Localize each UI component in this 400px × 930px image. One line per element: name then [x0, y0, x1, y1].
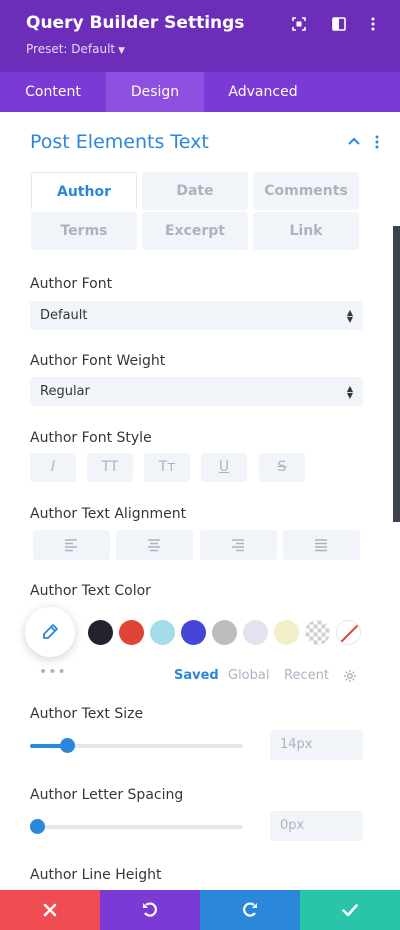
- modal-header: Query Builder Settings Preset: Default ▼: [0, 0, 400, 72]
- chevron-down-icon: ▼: [118, 46, 126, 56]
- undo-button[interactable]: [100, 890, 200, 930]
- author-text-size-label: Author Text Size: [30, 706, 144, 722]
- swatch-gray[interactable]: [212, 620, 237, 645]
- text-size-slider[interactable]: [30, 738, 243, 753]
- swatch-red[interactable]: [119, 620, 144, 645]
- section-title[interactable]: Post Elements Text: [30, 131, 209, 153]
- redo-icon: [243, 902, 257, 917]
- element-tab-comments[interactable]: Comments: [253, 172, 359, 210]
- author-font-style-label: Author Font Style: [30, 430, 152, 446]
- swatch-dark[interactable]: [88, 620, 113, 645]
- italic-button[interactable]: I: [30, 453, 76, 482]
- letter-spacing-slider[interactable]: [30, 819, 243, 834]
- slider-knob[interactable]: [60, 738, 75, 753]
- author-text-color-label: Author Text Color: [30, 583, 151, 599]
- swatch-none[interactable]: [336, 620, 361, 645]
- swatch-tab-recent[interactable]: Recent: [284, 668, 329, 683]
- slider-knob[interactable]: [30, 819, 45, 834]
- swatch-transparent[interactable]: [305, 620, 330, 645]
- tab-advanced[interactable]: Advanced: [204, 72, 322, 112]
- tab-design[interactable]: Design: [106, 72, 204, 112]
- author-line-height-label: Author Line Height: [30, 867, 162, 883]
- expand-icon[interactable]: [291, 16, 307, 32]
- swatch-light-blue[interactable]: [150, 620, 175, 645]
- element-tab-excerpt[interactable]: Excerpt: [142, 212, 248, 250]
- swatch-cream[interactable]: [274, 620, 299, 645]
- discard-button[interactable]: [0, 890, 100, 930]
- align-left-icon: [65, 539, 77, 552]
- text-size-input[interactable]: 14px: [270, 730, 363, 760]
- element-tab-terms[interactable]: Terms: [31, 212, 137, 250]
- eyedropper-icon: [43, 624, 58, 639]
- align-justify-button[interactable]: [283, 530, 360, 560]
- author-text-alignment-label: Author Text Alignment: [30, 506, 187, 522]
- element-tab-date[interactable]: Date: [142, 172, 248, 210]
- align-center-icon: [148, 539, 160, 552]
- swatch-blue[interactable]: [181, 620, 206, 645]
- color-picker-button[interactable]: [25, 607, 75, 657]
- preset-label: Preset: Default: [26, 42, 116, 56]
- sidebar-icon[interactable]: [331, 16, 347, 32]
- align-left-button[interactable]: [33, 530, 110, 560]
- modal-footer: [0, 890, 400, 930]
- author-font-weight-value: Regular: [40, 384, 90, 399]
- underline-button[interactable]: U: [201, 453, 247, 482]
- scrollbar[interactable]: [393, 226, 400, 522]
- select-arrows-icon: ▲ ▼: [346, 384, 353, 400]
- swatch-tab-global[interactable]: Global: [228, 668, 269, 683]
- preset-dropdown[interactable]: Preset: Default ▼: [26, 42, 125, 56]
- settings-tabs: Content Design Advanced: [0, 72, 400, 112]
- section-more-icon[interactable]: [371, 134, 383, 150]
- align-justify-icon: [315, 539, 327, 552]
- tab-content[interactable]: Content: [0, 72, 106, 112]
- more-swatches-icon[interactable]: •••: [39, 664, 67, 680]
- close-icon: [43, 903, 57, 917]
- capitalize-button[interactable]: Tт: [144, 453, 190, 482]
- align-right-button[interactable]: [200, 530, 277, 560]
- gear-icon[interactable]: [343, 669, 357, 683]
- save-button[interactable]: [300, 890, 400, 930]
- align-right-icon: [232, 539, 244, 552]
- strikethrough-button[interactable]: S: [259, 453, 305, 482]
- swatch-lavender[interactable]: [243, 620, 268, 645]
- redo-button[interactable]: [200, 890, 300, 930]
- check-icon: [342, 904, 358, 917]
- author-font-label: Author Font: [30, 276, 113, 292]
- chevron-up-icon[interactable]: [347, 134, 361, 148]
- author-font-select[interactable]: Default ▲ ▼: [30, 301, 363, 330]
- undo-icon: [143, 902, 157, 917]
- letter-spacing-input[interactable]: 0px: [270, 811, 363, 841]
- swatch-tab-saved[interactable]: Saved: [174, 668, 219, 683]
- element-tab-link[interactable]: Link: [253, 212, 359, 250]
- modal-title: Query Builder Settings: [26, 13, 245, 33]
- author-font-weight-select[interactable]: Regular ▲ ▼: [30, 377, 363, 406]
- more-vertical-icon[interactable]: [365, 16, 381, 32]
- select-arrows-icon: ▲ ▼: [346, 308, 353, 324]
- author-font-weight-label: Author Font Weight: [30, 353, 166, 369]
- author-letter-spacing-label: Author Letter Spacing: [30, 787, 184, 803]
- element-tab-author[interactable]: Author: [31, 172, 137, 210]
- author-font-value: Default: [40, 308, 88, 323]
- uppercase-button[interactable]: TT: [87, 453, 133, 482]
- align-center-button[interactable]: [116, 530, 193, 560]
